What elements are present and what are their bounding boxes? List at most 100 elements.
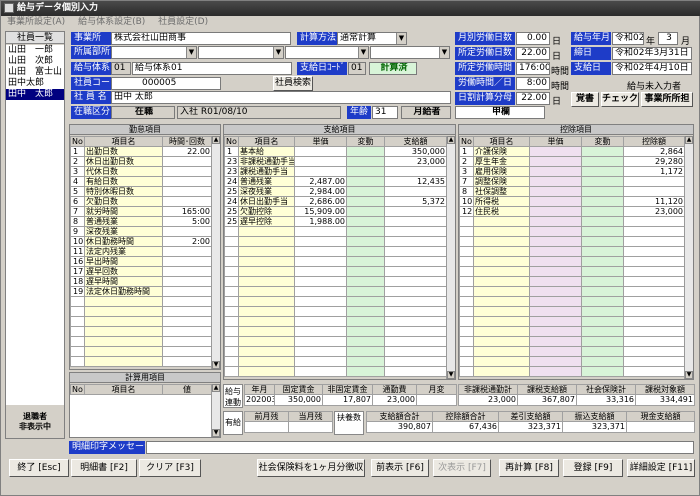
table-cell[interactable] — [84, 336, 163, 347]
table-cell[interactable] — [384, 296, 447, 307]
table-row[interactable] — [70, 296, 212, 307]
table-cell[interactable] — [581, 346, 624, 357]
table-cell[interactable] — [162, 326, 212, 337]
linkage-monthly-change[interactable] — [416, 394, 457, 406]
table-cell[interactable]: 2,984.00 — [294, 186, 347, 197]
table-cell[interactable]: 遅早回数 — [84, 266, 163, 277]
table-row[interactable] — [224, 356, 447, 367]
table-cell[interactable]: 1,172 — [623, 166, 685, 177]
table-cell[interactable] — [529, 226, 582, 237]
menu-office-settings[interactable]: 事業所設定(A) — [1, 16, 69, 29]
table-cell[interactable]: 5:00 — [162, 216, 212, 227]
table-row[interactable] — [459, 366, 685, 377]
table-row[interactable]: 3 雇用保険 1,172 — [459, 166, 685, 177]
table-cell[interactable] — [473, 346, 530, 357]
table-cell[interactable] — [623, 316, 685, 327]
exit-button[interactable]: 終了 [Esc] — [9, 459, 69, 477]
table-cell[interactable] — [346, 266, 385, 277]
table-row[interactable]: 11 法定内残業 — [70, 246, 212, 257]
table-row[interactable]: 8 普通残業 5:00 — [70, 216, 212, 227]
table-cell[interactable] — [294, 336, 347, 347]
table-cell[interactable] — [623, 266, 685, 277]
table-cell[interactable] — [384, 346, 447, 357]
table-cell[interactable] — [346, 216, 385, 227]
table-cell[interactable] — [473, 336, 530, 347]
table-cell[interactable] — [473, 306, 530, 317]
table-cell[interactable] — [623, 276, 685, 287]
table-cell[interactable] — [238, 246, 295, 257]
table-row[interactable] — [224, 316, 447, 327]
dept-select-4[interactable]: ▼ — [370, 46, 450, 59]
table-cell[interactable] — [294, 356, 347, 367]
table-cell[interactable] — [384, 246, 447, 257]
payment-scrollbar[interactable]: ▲ ▼ — [446, 136, 455, 379]
table-cell[interactable] — [473, 326, 530, 337]
table-cell[interactable] — [346, 276, 385, 287]
emp-name-field[interactable]: 田中 太郎 — [111, 91, 451, 104]
employee-search-button[interactable]: 社員検索 — [273, 76, 313, 91]
table-cell[interactable]: 遅早控除 — [238, 216, 295, 227]
table-cell[interactable] — [581, 176, 624, 187]
table-cell[interactable] — [529, 346, 582, 357]
table-row[interactable]: 6 欠勤日数 — [70, 196, 212, 207]
scroll-down-icon[interactable]: ▼ — [447, 371, 455, 379]
table-cell[interactable] — [84, 296, 163, 307]
table-cell[interactable] — [473, 246, 530, 257]
memo-button[interactable]: 覚書 — [571, 92, 599, 107]
table-cell[interactable] — [473, 286, 530, 297]
table-row[interactable] — [459, 216, 685, 227]
table-cell[interactable] — [473, 216, 530, 227]
table-cell[interactable] — [346, 146, 385, 157]
table-cell[interactable] — [346, 296, 385, 307]
table-cell[interactable] — [581, 326, 624, 337]
table-cell[interactable] — [294, 366, 347, 377]
table-cell[interactable]: 調整保険 — [473, 176, 530, 187]
table-row[interactable]: 17 遅早回数 — [70, 266, 212, 277]
table-cell[interactable] — [238, 236, 295, 247]
table-cell[interactable] — [346, 236, 385, 247]
table-row[interactable] — [459, 236, 685, 247]
table-cell[interactable] — [294, 156, 347, 167]
table-cell[interactable] — [384, 226, 447, 237]
list-item[interactable]: 山田 次郎 — [6, 56, 64, 67]
table-cell[interactable] — [346, 176, 385, 187]
table-row[interactable] — [224, 366, 447, 377]
prev-remaining[interactable] — [244, 421, 289, 433]
table-cell[interactable]: 基本給 — [238, 146, 295, 157]
table-row[interactable]: 19 法定休日勤務時間 — [70, 286, 212, 297]
table-row[interactable]: 7 調整保険 — [459, 176, 685, 187]
table-cell[interactable] — [581, 316, 624, 327]
table-cell[interactable] — [346, 256, 385, 267]
table-cell[interactable] — [238, 286, 295, 297]
table-cell[interactable] — [529, 276, 582, 287]
table-cell[interactable] — [346, 166, 385, 177]
table-row[interactable] — [224, 276, 447, 287]
table-cell[interactable]: 休日出勤日数 — [84, 156, 163, 167]
table-cell[interactable] — [529, 356, 582, 367]
table-cell[interactable] — [162, 276, 212, 287]
table-cell[interactable] — [346, 196, 385, 207]
table-row[interactable] — [459, 226, 685, 237]
table-cell[interactable] — [346, 246, 385, 257]
table-cell[interactable]: 深夜残業 — [84, 226, 163, 237]
table-cell[interactable] — [238, 366, 295, 377]
table-row[interactable] — [70, 326, 212, 337]
scroll-up-icon[interactable]: ▲ — [212, 136, 220, 144]
scroll-up-icon[interactable]: ▲ — [685, 136, 693, 144]
table-cell[interactable]: 代休日数 — [84, 166, 163, 177]
table-row[interactable] — [459, 316, 685, 327]
table-cell[interactable]: 12,435 — [384, 176, 447, 187]
scheduled-time-field[interactable]: 176:00 — [516, 62, 550, 75]
table-cell[interactable] — [384, 166, 447, 177]
dept-select-1[interactable]: ▼ — [111, 46, 197, 59]
table-row[interactable]: 12 住民税 23,000 — [459, 206, 685, 217]
table-cell[interactable] — [581, 196, 624, 207]
table-cell[interactable] — [162, 306, 212, 317]
table-cell[interactable] — [346, 226, 385, 237]
table-row[interactable] — [459, 346, 685, 357]
chevron-down-icon[interactable]: ▼ — [186, 47, 196, 58]
list-item[interactable]: 田中太郎 — [6, 78, 64, 89]
table-cell[interactable]: 15,909.00 — [294, 206, 347, 217]
table-cell[interactable]: 特別休暇日数 — [84, 186, 163, 197]
table-cell[interactable] — [581, 286, 624, 297]
